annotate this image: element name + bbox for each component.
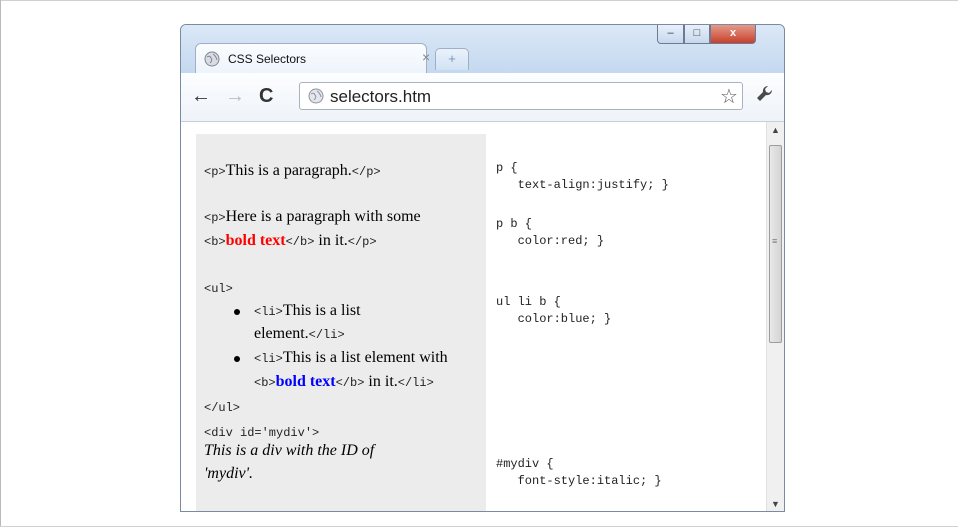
window-controls: – □ x	[657, 25, 777, 45]
back-arrow-icon[interactable]: ←	[191, 85, 211, 107]
tab-title: CSS Selectors	[228, 52, 307, 66]
close-window-button[interactable]: x	[710, 25, 756, 44]
div-text-line-1: This is a div with the ID of	[204, 442, 375, 459]
list-item-1-line-1: <li>This is a list	[254, 302, 361, 319]
maximize-button[interactable]: □	[684, 25, 710, 44]
star-icon[interactable]: ☆	[720, 84, 738, 109]
minimize-button[interactable]: –	[657, 25, 684, 44]
scroll-up-arrow-icon[interactable]: ▲	[767, 122, 784, 138]
tab-css-selectors[interactable]: CSS Selectors ×	[195, 43, 430, 73]
scrollbar-thumb[interactable]: ≡	[769, 145, 782, 343]
title-bar: CSS Selectors × + – □ x	[181, 25, 784, 73]
bold-blue-text: bold text	[275, 373, 336, 390]
css-rule-ullib-declaration: color:blue; }	[496, 312, 612, 326]
globe-icon	[204, 51, 220, 67]
address-bar[interactable]: selectors.htm ☆	[299, 82, 743, 110]
page-icon	[308, 88, 324, 104]
grip-icon: ≡	[772, 236, 778, 246]
css-rule-pb-selector: p b {	[496, 217, 533, 231]
vertical-scrollbar[interactable]: ▲ ≡ ▼	[766, 122, 784, 511]
url-text[interactable]: selectors.htm	[330, 87, 431, 107]
forward-arrow-icon[interactable]: →	[225, 85, 245, 107]
bullet-1	[234, 309, 240, 315]
bullet-2	[234, 356, 240, 362]
browser-window: CSS Selectors × + – □ x ← → C selectors.…	[180, 24, 785, 512]
div-open-tag: <div id='mydiv'>	[204, 426, 320, 440]
html-source-panel: <p>This is a paragraph.</p> <p>Here is a…	[196, 134, 486, 511]
scroll-down-arrow-icon[interactable]: ▼	[767, 496, 784, 511]
page-viewport: <p>This is a paragraph.</p> <p>Here is a…	[181, 122, 766, 511]
paragraph-2-line-1: <p>Here is a paragraph with some	[204, 208, 421, 225]
ul-open-tag: <ul>	[204, 282, 233, 296]
css-rule-mydiv-selector: #mydiv {	[496, 457, 554, 471]
toolbar: ← → C selectors.htm ☆	[181, 73, 784, 122]
reload-icon[interactable]: C	[259, 85, 273, 107]
tab-close-icon[interactable]: ×	[422, 49, 430, 65]
bold-red-text: bold text	[225, 232, 286, 249]
paragraph-1: <p>This is a paragraph.</p>	[204, 162, 381, 179]
css-rule-p-declaration: text-align:justify; }	[496, 178, 669, 192]
list-item-2-line-1: <li>This is a list element with	[254, 349, 448, 366]
css-rule-p-selector: p {	[496, 161, 518, 175]
wrench-icon[interactable]	[755, 84, 775, 104]
paragraph-2-line-2: <b>bold text</b> in it.</p>	[204, 232, 377, 249]
ul-close-tag: </ul>	[204, 401, 241, 415]
frame-top	[0, 0, 958, 1]
css-rule-pb-declaration: color:red; }	[496, 234, 605, 248]
div-text-line-2: 'mydiv'.	[204, 465, 254, 482]
list-item-2-line-2: <b>bold text</b> in it.</li>	[254, 373, 434, 390]
list-item-1-line-2: element.</li>	[254, 325, 345, 342]
css-rule-mydiv-declaration: font-style:italic; }	[496, 474, 662, 488]
frame-left	[0, 0, 1, 527]
new-tab-button[interactable]: +	[435, 48, 469, 70]
css-rule-ullib-selector: ul li b {	[496, 295, 561, 309]
